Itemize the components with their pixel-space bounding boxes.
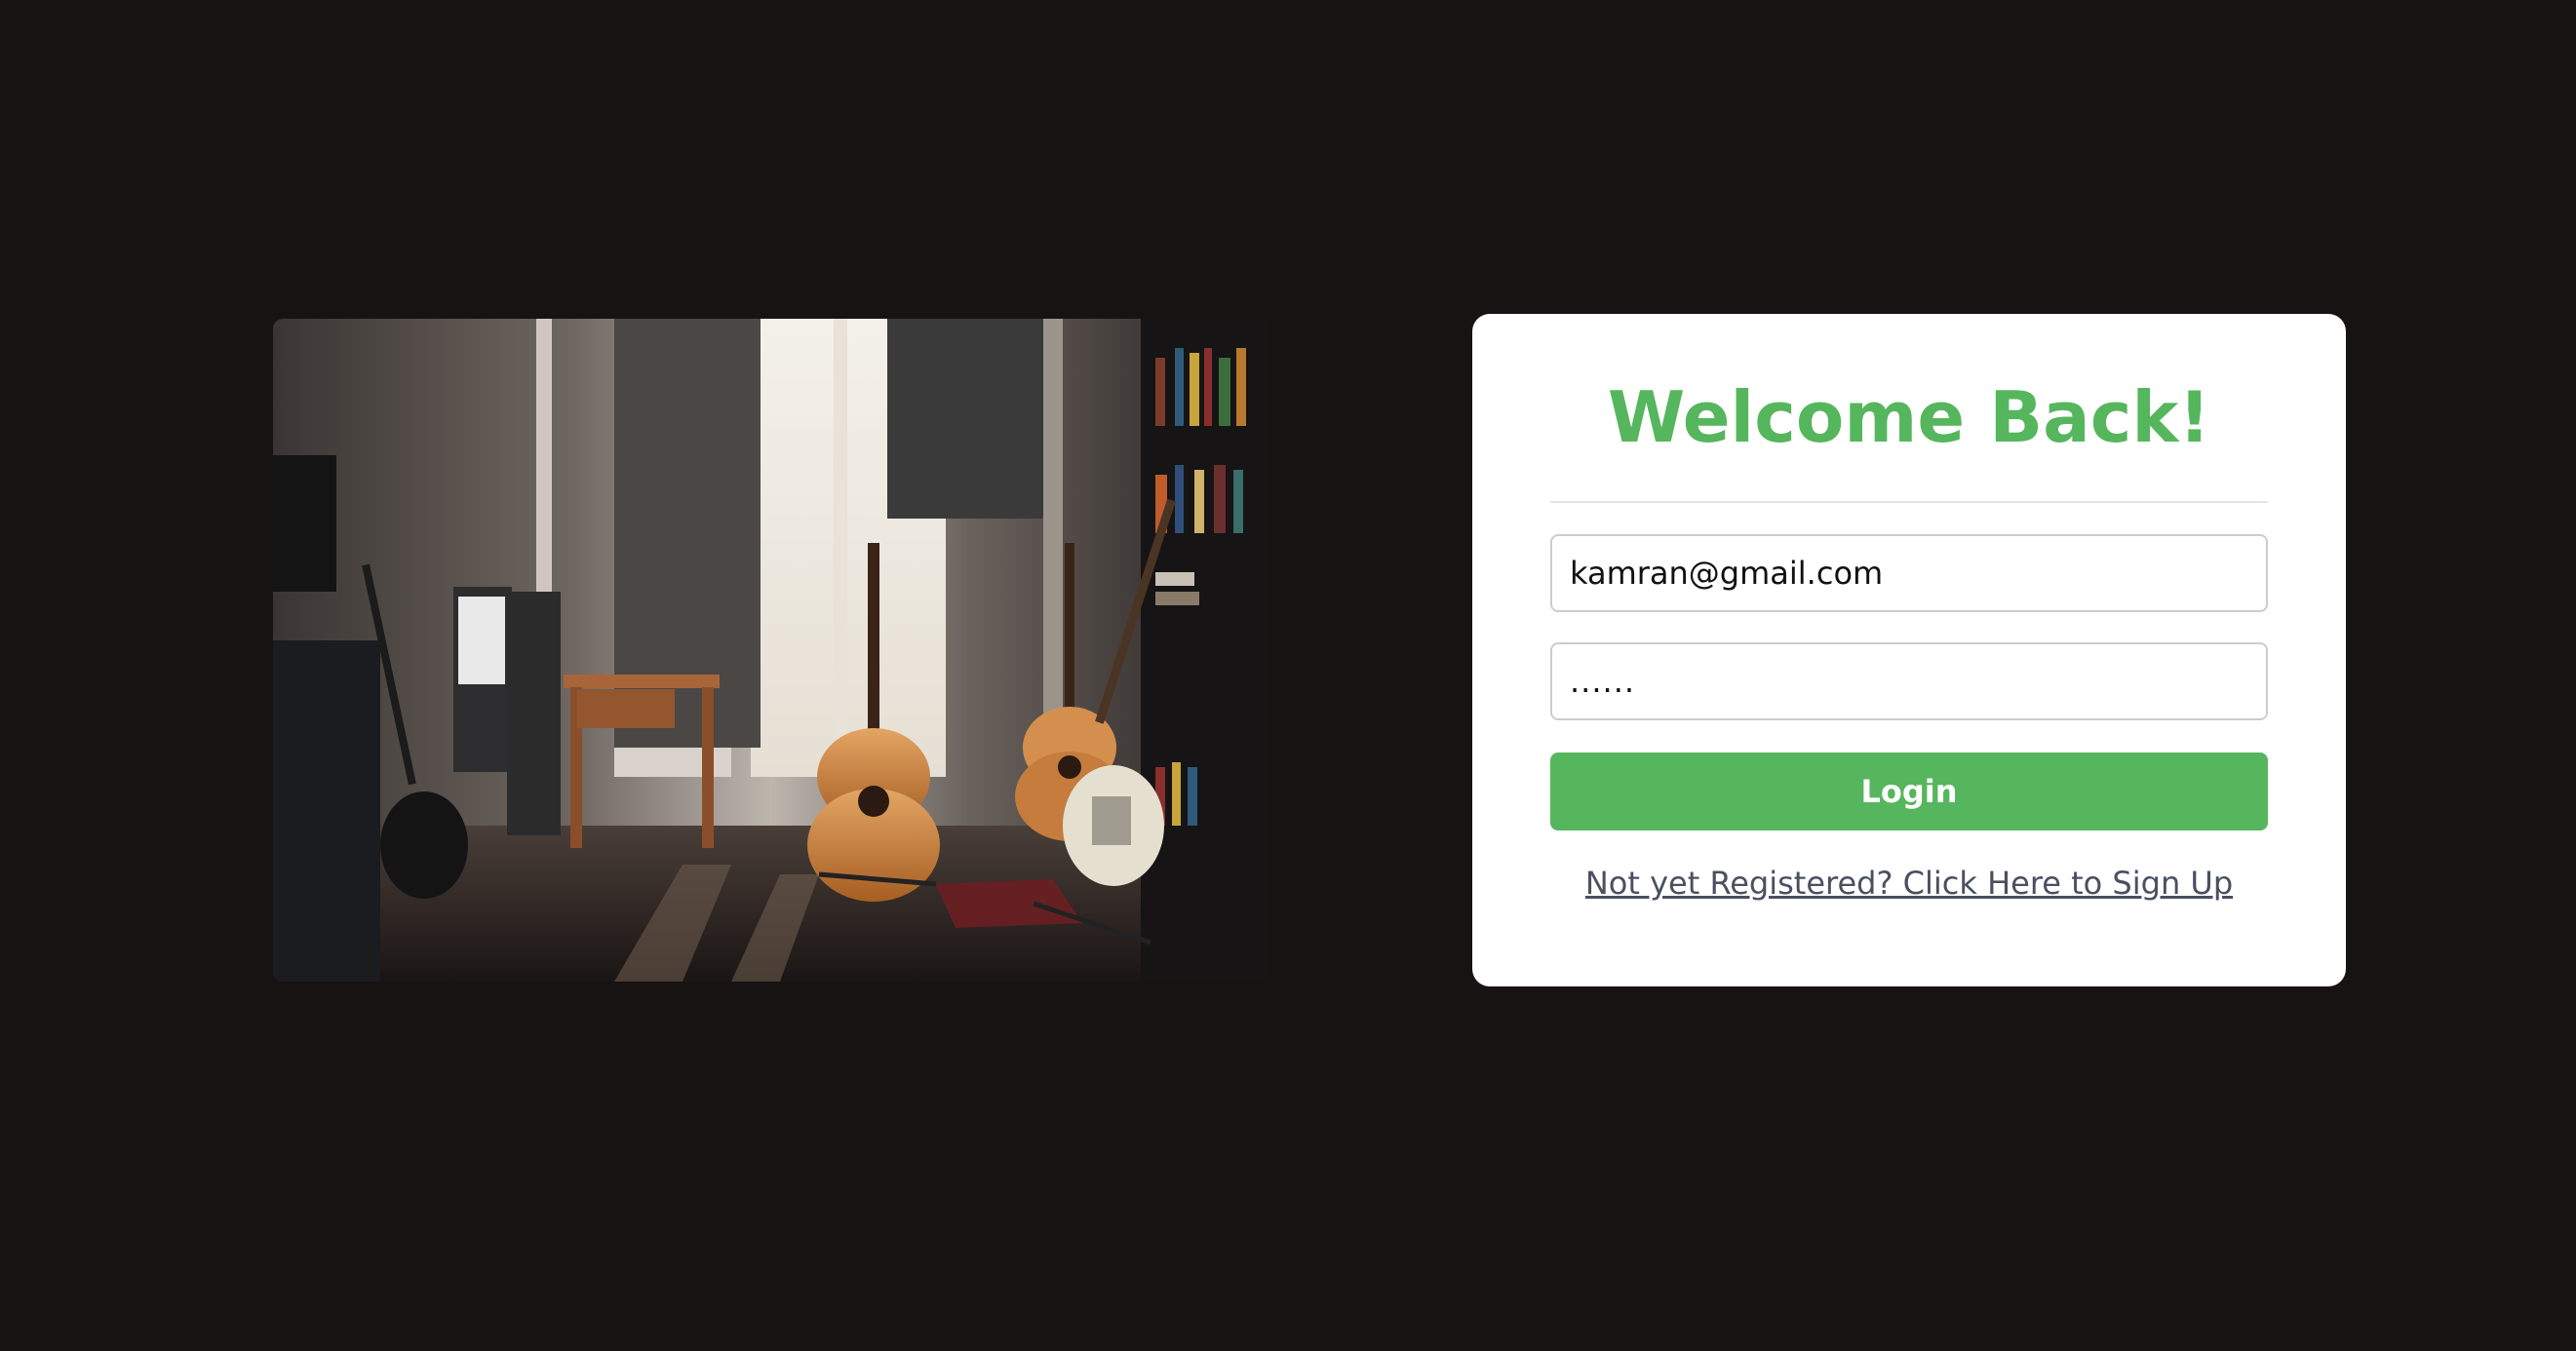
music-room-illustration [273, 319, 1268, 982]
login-card: Welcome Back! Login Not yet Registered? … [1472, 314, 2346, 986]
signup-link[interactable]: Not yet Registered? Click Here to Sign U… [1472, 865, 2346, 902]
email-field[interactable] [1550, 534, 2268, 612]
music-room-photo [273, 319, 1268, 982]
login-page: Welcome Back! Login Not yet Registered? … [0, 0, 2576, 1351]
page-title: Welcome Back! [1607, 376, 2211, 458]
password-field[interactable] [1550, 642, 2268, 720]
login-button[interactable]: Login [1550, 753, 2268, 830]
title-divider [1550, 501, 2268, 503]
